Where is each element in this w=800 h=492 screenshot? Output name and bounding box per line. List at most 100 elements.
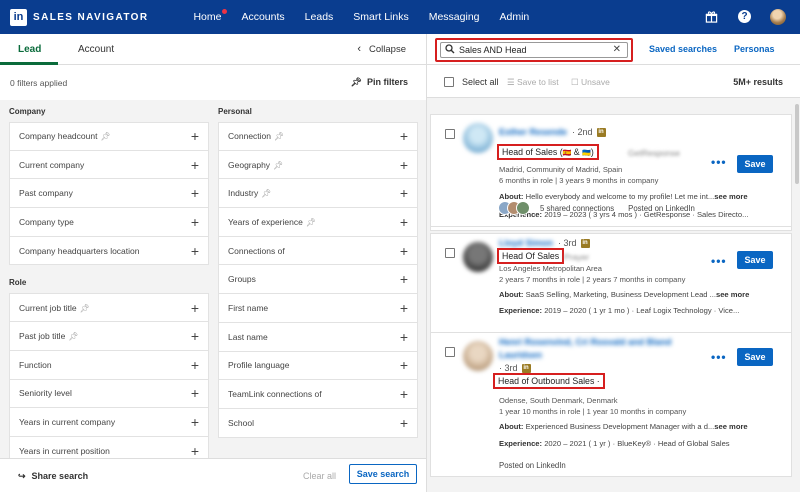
result-checkbox[interactable] [445, 347, 455, 357]
nav-admin[interactable]: Admin [500, 11, 530, 23]
select-all[interactable]: Select all [444, 77, 499, 87]
clear-all-button[interactable]: Clear all [303, 471, 336, 481]
linkedin-logo: in [10, 8, 27, 26]
company-name[interactable]: GetResponse [628, 148, 680, 158]
personas-link[interactable]: Personas [734, 44, 775, 54]
plus-icon: + [190, 213, 199, 230]
nav-home[interactable]: Home [193, 9, 228, 23]
lead-name[interactable]: Esther Resende [499, 127, 567, 137]
filter-groups[interactable]: Groups + [218, 265, 418, 295]
pin-icon[interactable]: 📌︎ [306, 218, 316, 227]
pin-icon[interactable]: 📌︎ [100, 132, 110, 141]
filter-past-company[interactable]: Past company + [9, 179, 209, 209]
see-more-link[interactable]: see more [714, 422, 747, 431]
filter-years-of-experience[interactable]: Years of experience 📌︎ + [218, 208, 418, 237]
more-actions-icon[interactable]: ••• [711, 254, 727, 268]
help-icon[interactable]: ? [736, 8, 753, 25]
filter-connections-of[interactable]: Connections of + [218, 236, 418, 266]
save-to-list-button[interactable]: ☰ Save to list [507, 77, 559, 88]
filter-teamlink-connections-of[interactable]: TeamLink connections of + [218, 380, 418, 409]
lead-name[interactable]: Lloyd Simon [499, 238, 553, 248]
nav-smart-links[interactable]: Smart Links [353, 11, 408, 23]
nav-messaging[interactable]: Messaging [429, 11, 480, 23]
lead-photo[interactable] [463, 242, 493, 272]
result-checkbox[interactable] [445, 129, 455, 139]
search-input[interactable] [459, 45, 609, 55]
tab-account[interactable]: Account [78, 44, 114, 55]
save-lead-button[interactable]: Save [737, 348, 773, 366]
help-glyph: ? [738, 10, 751, 23]
select-all-checkbox[interactable] [444, 77, 454, 87]
filter-geography[interactable]: Geography 📌︎ + [218, 150, 418, 180]
connection-avatar [516, 201, 530, 215]
collapse-button[interactable]: ‹ Collapse [357, 43, 406, 55]
brand[interactable]: in SALES NAVIGATOR [10, 8, 148, 26]
pin-icon[interactable]: 📌︎ [261, 189, 271, 198]
filter-past-job-title[interactable]: Past job title 📌︎ + [9, 322, 209, 351]
search-input-wrapper[interactable]: ✕ [440, 42, 628, 58]
save-lead-button[interactable]: Save [737, 155, 773, 173]
pin-icon[interactable]: 📌︎ [273, 161, 283, 170]
result-card: Lloyd Simon · 3rd in Head Of Sales Praye… [430, 233, 792, 334]
lead-name-continued[interactable]: Lauridsen [499, 350, 542, 360]
save-lead-button[interactable]: Save [737, 251, 773, 269]
lead-location: Odense, South Denmark, Denmark [499, 396, 618, 405]
pin-icon[interactable]: 📌︎ [68, 332, 78, 341]
nav-accounts[interactable]: Accounts [241, 11, 284, 23]
company-name[interactable]: Prayer [564, 252, 589, 262]
result-checkbox[interactable] [445, 248, 455, 258]
saved-searches-link[interactable]: Saved searches [649, 44, 717, 54]
lead-name[interactable]: Henri Rosenvind, Cri Rosvald and Bland [499, 337, 672, 347]
filter-company-type[interactable]: Company type + [9, 208, 209, 237]
connection-degree: · 2nd [572, 127, 593, 137]
filter-first-name[interactable]: First name + [218, 294, 418, 323]
profile-avatar[interactable] [769, 8, 786, 25]
filter-label: Groups [228, 274, 256, 285]
plus-icon: + [399, 128, 408, 145]
lead-photo[interactable] [463, 123, 493, 153]
filter-label: School [228, 417, 254, 428]
tab-lead[interactable]: Lead [18, 44, 41, 55]
unsave-button[interactable]: ☐ Unsave [571, 77, 610, 88]
filter-company-hq-location[interactable]: Company headquarters location + [9, 236, 209, 266]
gift-icon[interactable] [703, 8, 720, 25]
filter-label: Function [19, 359, 52, 370]
plus-icon: + [190, 356, 199, 373]
plus-icon: + [190, 442, 199, 459]
filter-function[interactable]: Function + [9, 350, 209, 380]
filter-seniority-level[interactable]: Seniority level + [9, 379, 209, 409]
filter-last-name[interactable]: Last name + [218, 322, 418, 352]
pin-filters-button[interactable]: 📌︎ Pin filters [351, 77, 408, 88]
result-card: Henri Rosenvind, Cri Rosvald and Bland L… [430, 332, 792, 477]
connection-degree: · 3rd [558, 238, 577, 248]
lead-title-highlight: Head of Sales (🇪🇸 & 🇺🇦) [497, 144, 599, 160]
filter-label: Industry [228, 188, 259, 199]
more-actions-icon[interactable]: ••• [711, 350, 727, 364]
filter-connection[interactable]: Connection 📌︎ + [218, 122, 418, 151]
filter-industry[interactable]: Industry 📌︎ + [218, 179, 418, 209]
filter-current-company[interactable]: Current company + [9, 150, 209, 180]
filter-company-headcount[interactable]: Company headcount 📌︎ + [9, 122, 209, 151]
clear-search-icon[interactable]: ✕ [613, 44, 621, 55]
pin-icon[interactable]: 📌︎ [274, 132, 284, 141]
posted-on-linkedin[interactable]: Posted on LinkedIn [628, 204, 695, 213]
experience-label: Experience: [499, 306, 543, 315]
results-scrollbar[interactable] [795, 104, 799, 184]
save-search-button[interactable]: Save search [349, 464, 417, 484]
filter-school[interactable]: School + [218, 408, 418, 438]
share-search-button[interactable]: ↪ Share search [18, 471, 88, 482]
shared-connections[interactable]: 5 shared connections Posted on LinkedIn [498, 201, 695, 215]
lead-photo[interactable] [463, 341, 493, 371]
filter-current-job-title[interactable]: Current job title 📌︎ + [9, 293, 209, 323]
more-actions-icon[interactable]: ••• [711, 155, 727, 169]
filter-label: Company headquarters location [19, 245, 140, 256]
posted-on-linkedin[interactable]: Posted on LinkedIn [499, 461, 566, 470]
lead-title: Head Of Sales [502, 251, 560, 261]
filter-profile-language[interactable]: Profile language + [218, 351, 418, 381]
flag-icon: 🇺🇦 [582, 150, 591, 157]
filter-years-in-current-company[interactable]: Years in current company + [9, 408, 209, 437]
pin-icon[interactable]: 📌︎ [80, 304, 90, 313]
see-more-link[interactable]: see more [716, 290, 749, 299]
nav-leads[interactable]: Leads [305, 11, 334, 23]
see-more-link[interactable]: see more [714, 192, 747, 201]
